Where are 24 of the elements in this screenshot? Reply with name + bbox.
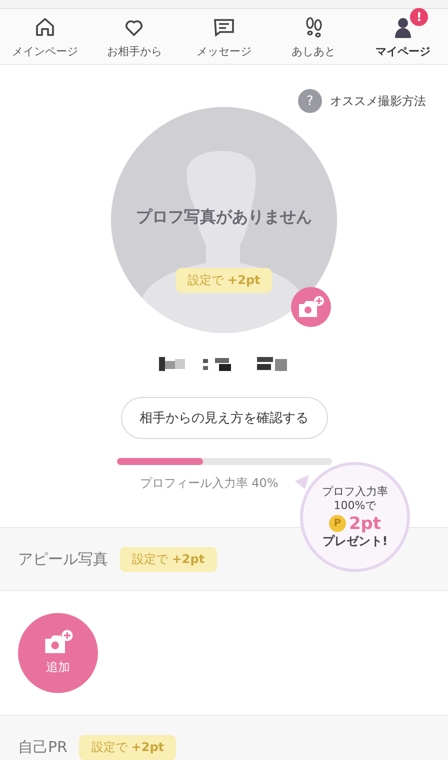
reward-label: 設定で +2pt (120, 546, 217, 572)
tab[interactable]: ! マイページ (358, 9, 448, 64)
preview-button[interactable]: 相手からの見え方を確認する (120, 397, 328, 439)
tab[interactable]: お相手から (90, 9, 180, 64)
bubble-text: プレゼント! (322, 534, 388, 550)
tab[interactable]: メインページ (0, 9, 90, 64)
help-link[interactable]: オススメ撮影方法 (330, 92, 426, 110)
tab[interactable]: メッセージ (179, 9, 269, 64)
coin-icon: P (328, 515, 346, 532)
bubble-text: 100%で (334, 499, 376, 514)
camera-plus-icon (297, 296, 325, 318)
progress-label: プロフィール入力率 40% (140, 475, 278, 492)
reward-label: 設定で +2pt (79, 734, 176, 760)
alert-badge: ! (410, 8, 428, 26)
tab[interactable]: あしあと (268, 9, 358, 64)
camera-plus-icon (42, 630, 74, 655)
reward-label: 設定で +2pt (176, 268, 272, 293)
points-text: 2pt (348, 514, 382, 534)
add-photo-button[interactable] (291, 287, 331, 327)
section-title: アピール写真 (18, 550, 108, 568)
no-photo-text: プロフ写真がありません (136, 207, 312, 228)
bubble-text: プロフ入力率 (322, 484, 388, 500)
section-title: 自己PR (18, 738, 68, 756)
bubble-tail (295, 475, 309, 489)
